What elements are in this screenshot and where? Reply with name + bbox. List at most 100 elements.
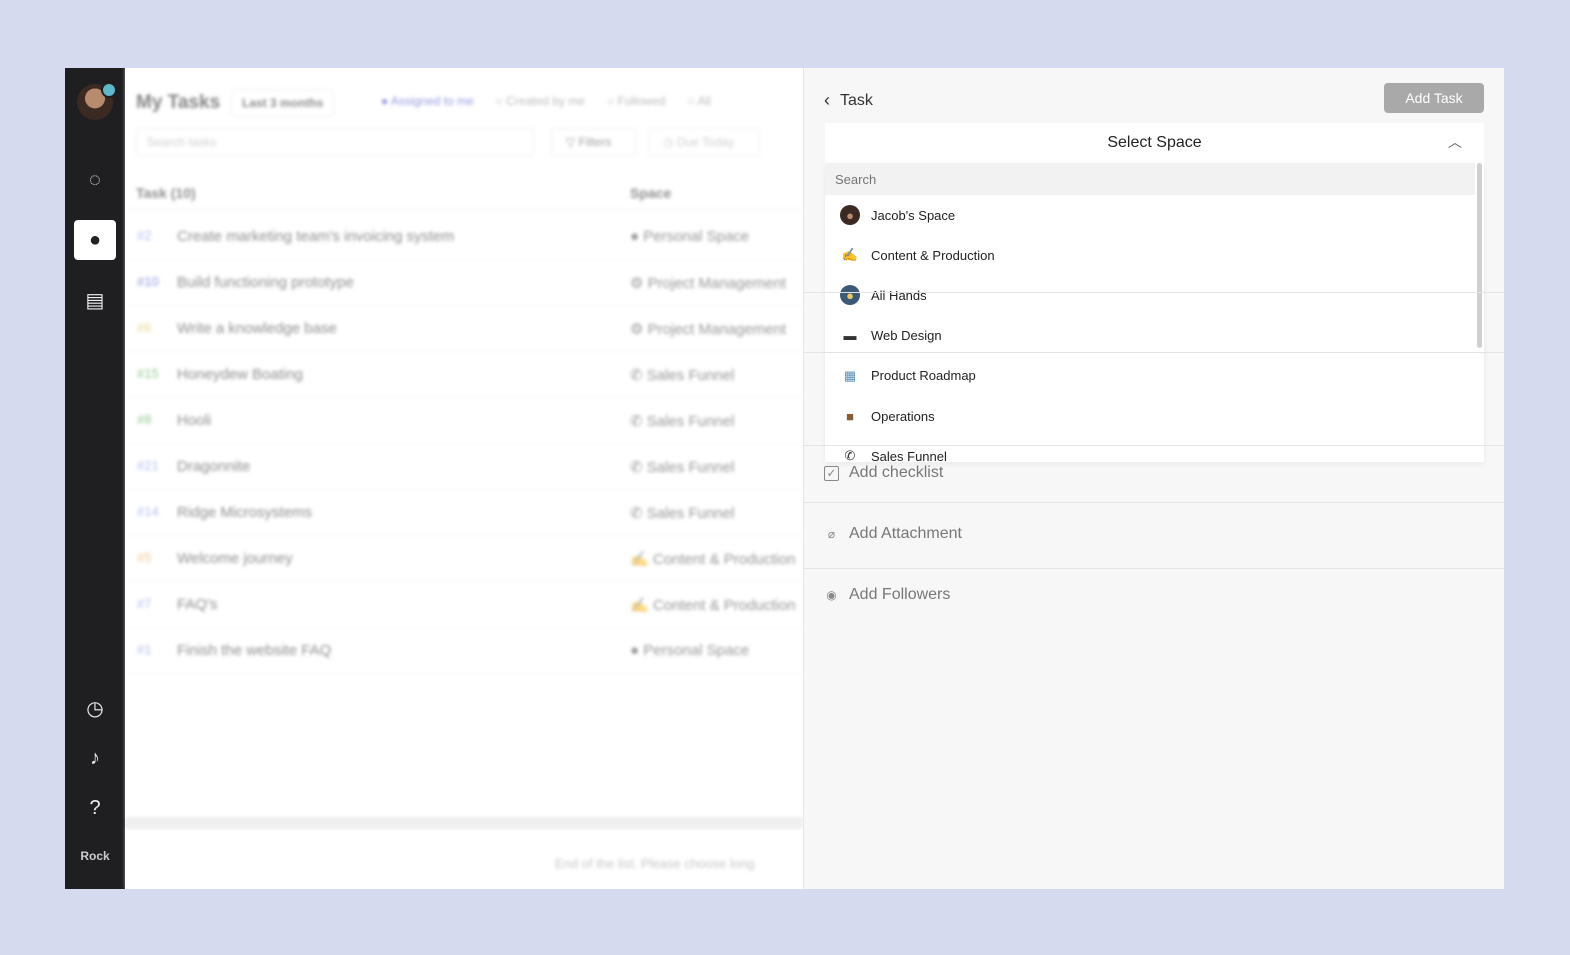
add-task-button[interactable]: Add Task (1384, 83, 1484, 113)
chevron-up-icon: ︿ (1448, 134, 1462, 150)
table-header: Task (10) Space (125, 172, 803, 210)
space-icon: ✆ (630, 367, 643, 384)
space-search-input[interactable] (825, 163, 1475, 195)
task-name: Create marketing team's invoicing system (177, 228, 455, 245)
bell-icon[interactable]: ♪ (74, 738, 116, 778)
space-option[interactable]: ▬ Web Design (825, 316, 1475, 356)
back-button[interactable]: ‹ Task (824, 90, 873, 111)
divider (804, 568, 1504, 569)
filters-button[interactable]: ▽ Filters (551, 128, 636, 156)
date-range-select[interactable]: Last 3 months (231, 89, 335, 117)
clock-icon[interactable]: ◷ (74, 688, 116, 728)
task-search-input[interactable]: Search tasks (136, 128, 534, 156)
space-option-label: Web Design (871, 328, 942, 344)
map-icon: ▦ (843, 367, 857, 383)
table-row[interactable]: #10 Build functioning prototype ⚙ Project … (125, 260, 803, 306)
writing-hand-icon: ✍ (841, 247, 859, 263)
add-followers-button[interactable]: ◉ Add Followers (824, 586, 950, 604)
telephone-icon: ✆ (844, 448, 856, 462)
space-option-label: Product Roadmap (871, 368, 976, 384)
notes-icon[interactable]: ▤ (74, 280, 116, 320)
task-name: Honeydew Boating (177, 366, 303, 383)
add-checklist-label: Add checklist (849, 464, 944, 481)
task-name: Welcome journey (177, 550, 293, 567)
task-name: Build functioning prototype (177, 274, 354, 291)
space-option[interactable]: ▦ Product Roadmap (825, 356, 1475, 396)
space-label: Content & Production (652, 551, 796, 568)
help-icon[interactable]: ? (74, 788, 116, 828)
select-space-label: Select Space (1107, 134, 1202, 151)
space-icon: ● (630, 228, 640, 245)
chat-icon[interactable]: ◌ (74, 160, 116, 200)
task-space: ● Personal Space (630, 642, 749, 659)
task-name: FAQ's (177, 596, 218, 613)
table-row[interactable]: #15 Honeydew Boating ✆ Sales Funnel (125, 352, 803, 398)
due-label: Due Today (676, 135, 734, 149)
radio-assigned[interactable]: Assigned to me (381, 94, 474, 108)
table-row[interactable]: #8 Hooli ✆ Sales Funnel (125, 398, 803, 444)
checkbox-icon: ✓ (824, 465, 839, 481)
task-space: ⚙ Project Management (630, 274, 786, 292)
space-label: Personal Space (643, 642, 750, 659)
task-number: #5 (137, 550, 152, 565)
paperclip-icon: ⌀ (827, 527, 836, 541)
select-space-dropdown[interactable]: Select Space ︿ (825, 123, 1484, 163)
task-number: #21 (137, 458, 159, 473)
task-name: Ridge Microsystems (177, 504, 313, 521)
space-label: Sales Funnel (646, 459, 735, 476)
col-space: Space (630, 185, 672, 201)
task-space: ● Personal Space (630, 228, 749, 245)
add-followers-label: Add Followers (849, 586, 951, 603)
table-row[interactable]: #21 Dragonnite ✆ Sales Funnel (125, 444, 803, 490)
add-checklist-button[interactable]: ✓ Add checklist (824, 464, 943, 482)
space-option-label: Sales Funnel (871, 448, 947, 462)
chevron-left-icon: ‹ (824, 90, 830, 110)
radio-created[interactable]: Created by me (496, 94, 585, 108)
radio-followed[interactable]: Followed (607, 94, 666, 108)
task-filter-radios: Assigned to me Created by me Followed Al… (381, 94, 711, 108)
space-option[interactable]: ■ Operations (825, 396, 1475, 436)
left-rail: ◌ ● ▤ ◷ ♪ ? Rock (65, 68, 125, 889)
table-row[interactable]: #14 Ridge Microsystems ✆ Sales Funnel (125, 490, 803, 536)
task-number: #2 (137, 228, 152, 243)
space-icon: ✆ (630, 413, 643, 430)
space-icon: ⚙ (630, 275, 644, 292)
table-row[interactable]: #6 Write a knowledge base ⚙ Project Manage… (125, 306, 803, 352)
space-option[interactable]: ● All Hands (825, 275, 1475, 315)
radio-all[interactable]: All (688, 94, 710, 108)
add-attachment-label: Add Attachment (849, 525, 962, 542)
space-option[interactable]: ✆ Sales Funnel (825, 436, 1475, 462)
due-today-button[interactable]: ◷ Due Today (648, 128, 760, 156)
space-label: Project Management (647, 321, 787, 338)
tasks-icon[interactable]: ● (74, 220, 116, 260)
space-icon: ✆ (630, 505, 643, 522)
space-icon: ✍ (630, 597, 649, 614)
space-label: Sales Funnel (646, 367, 735, 384)
space-option[interactable]: ● Jacob's Space (825, 195, 1475, 235)
space-label: Sales Funnel (646, 413, 735, 430)
space-option[interactable]: ✍ Content & Production (825, 235, 1475, 275)
task-space: ✆ Sales Funnel (630, 366, 734, 384)
space-label: Project Management (647, 275, 787, 292)
table-row[interactable]: #5 Welcome journey ✍ Content & Production (125, 536, 803, 582)
horizontal-scrollbar[interactable] (125, 817, 803, 829)
divider (804, 445, 1504, 446)
task-number: #6 (137, 320, 152, 335)
divider (804, 352, 1504, 353)
task-space: ✍ Content & Production (630, 596, 795, 614)
table-row[interactable]: #7 FAQ's ✍ Content & Production (125, 582, 803, 628)
space-option-label: Jacob's Space (871, 207, 956, 223)
task-name: Hooli (177, 412, 212, 429)
table-row[interactable]: #1 Finish the website FAQ ● Personal Space (125, 628, 803, 674)
task-name: Dragonnite (177, 458, 251, 475)
table-row[interactable]: #2 Create marketing team's invoicing syst… (125, 214, 803, 260)
task-space: ✍ Content & Production (630, 550, 795, 568)
task-name: Write a knowledge base (177, 320, 337, 337)
brand-label: Rock (80, 849, 110, 863)
task-panel: ‹ Task Add Task Select Space ︿ ● Jacob's … (803, 68, 1504, 889)
app-window: ◌ ● ▤ ◷ ♪ ? Rock My Tasks Last 3 months … (65, 68, 1504, 889)
task-space: ⚙ Project Management (630, 320, 786, 338)
dropdown-scrollbar[interactable] (1477, 163, 1482, 348)
add-attachment-button[interactable]: ⌀ Add Attachment (824, 525, 962, 543)
person-avatar-icon: ● (840, 205, 860, 225)
